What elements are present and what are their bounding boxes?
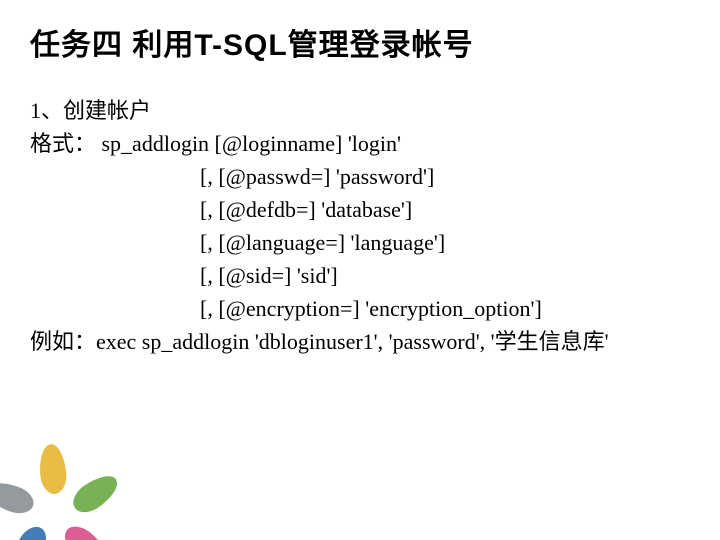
logo-petal-1 (38, 443, 68, 495)
logo-icon (10, 440, 100, 530)
body-line-8: 例如：exec sp_addlogin 'dbloginuser1', 'pas… (30, 325, 720, 358)
body-line-7: [, [@encryption=] 'encryption_option'] (30, 292, 720, 325)
logo-petal-3 (59, 520, 114, 540)
logo-petal-5 (0, 477, 37, 519)
body-line-4: [, [@defdb=] 'database'] (30, 193, 720, 226)
body-line-5: [, [@language=] 'language'] (30, 226, 720, 259)
logo-petal-2 (68, 469, 124, 519)
logo-petal-4 (5, 522, 53, 540)
slide-title: 任务四 利用T-SQL管理登录帐号 (30, 20, 720, 64)
body-line-2: 格式： sp_addlogin [@loginname] 'login' (30, 127, 720, 160)
body-line-6: [, [@sid=] 'sid'] (30, 259, 720, 292)
slide-body: 1、创建帐户 格式： sp_addlogin [@loginname] 'log… (30, 94, 720, 358)
body-line-1: 1、创建帐户 (30, 94, 720, 127)
slide: 任务四 利用T-SQL管理登录帐号 1、创建帐户 格式： sp_addlogin… (0, 0, 720, 540)
body-line-3: [, [@passwd=] 'password'] (30, 160, 720, 193)
